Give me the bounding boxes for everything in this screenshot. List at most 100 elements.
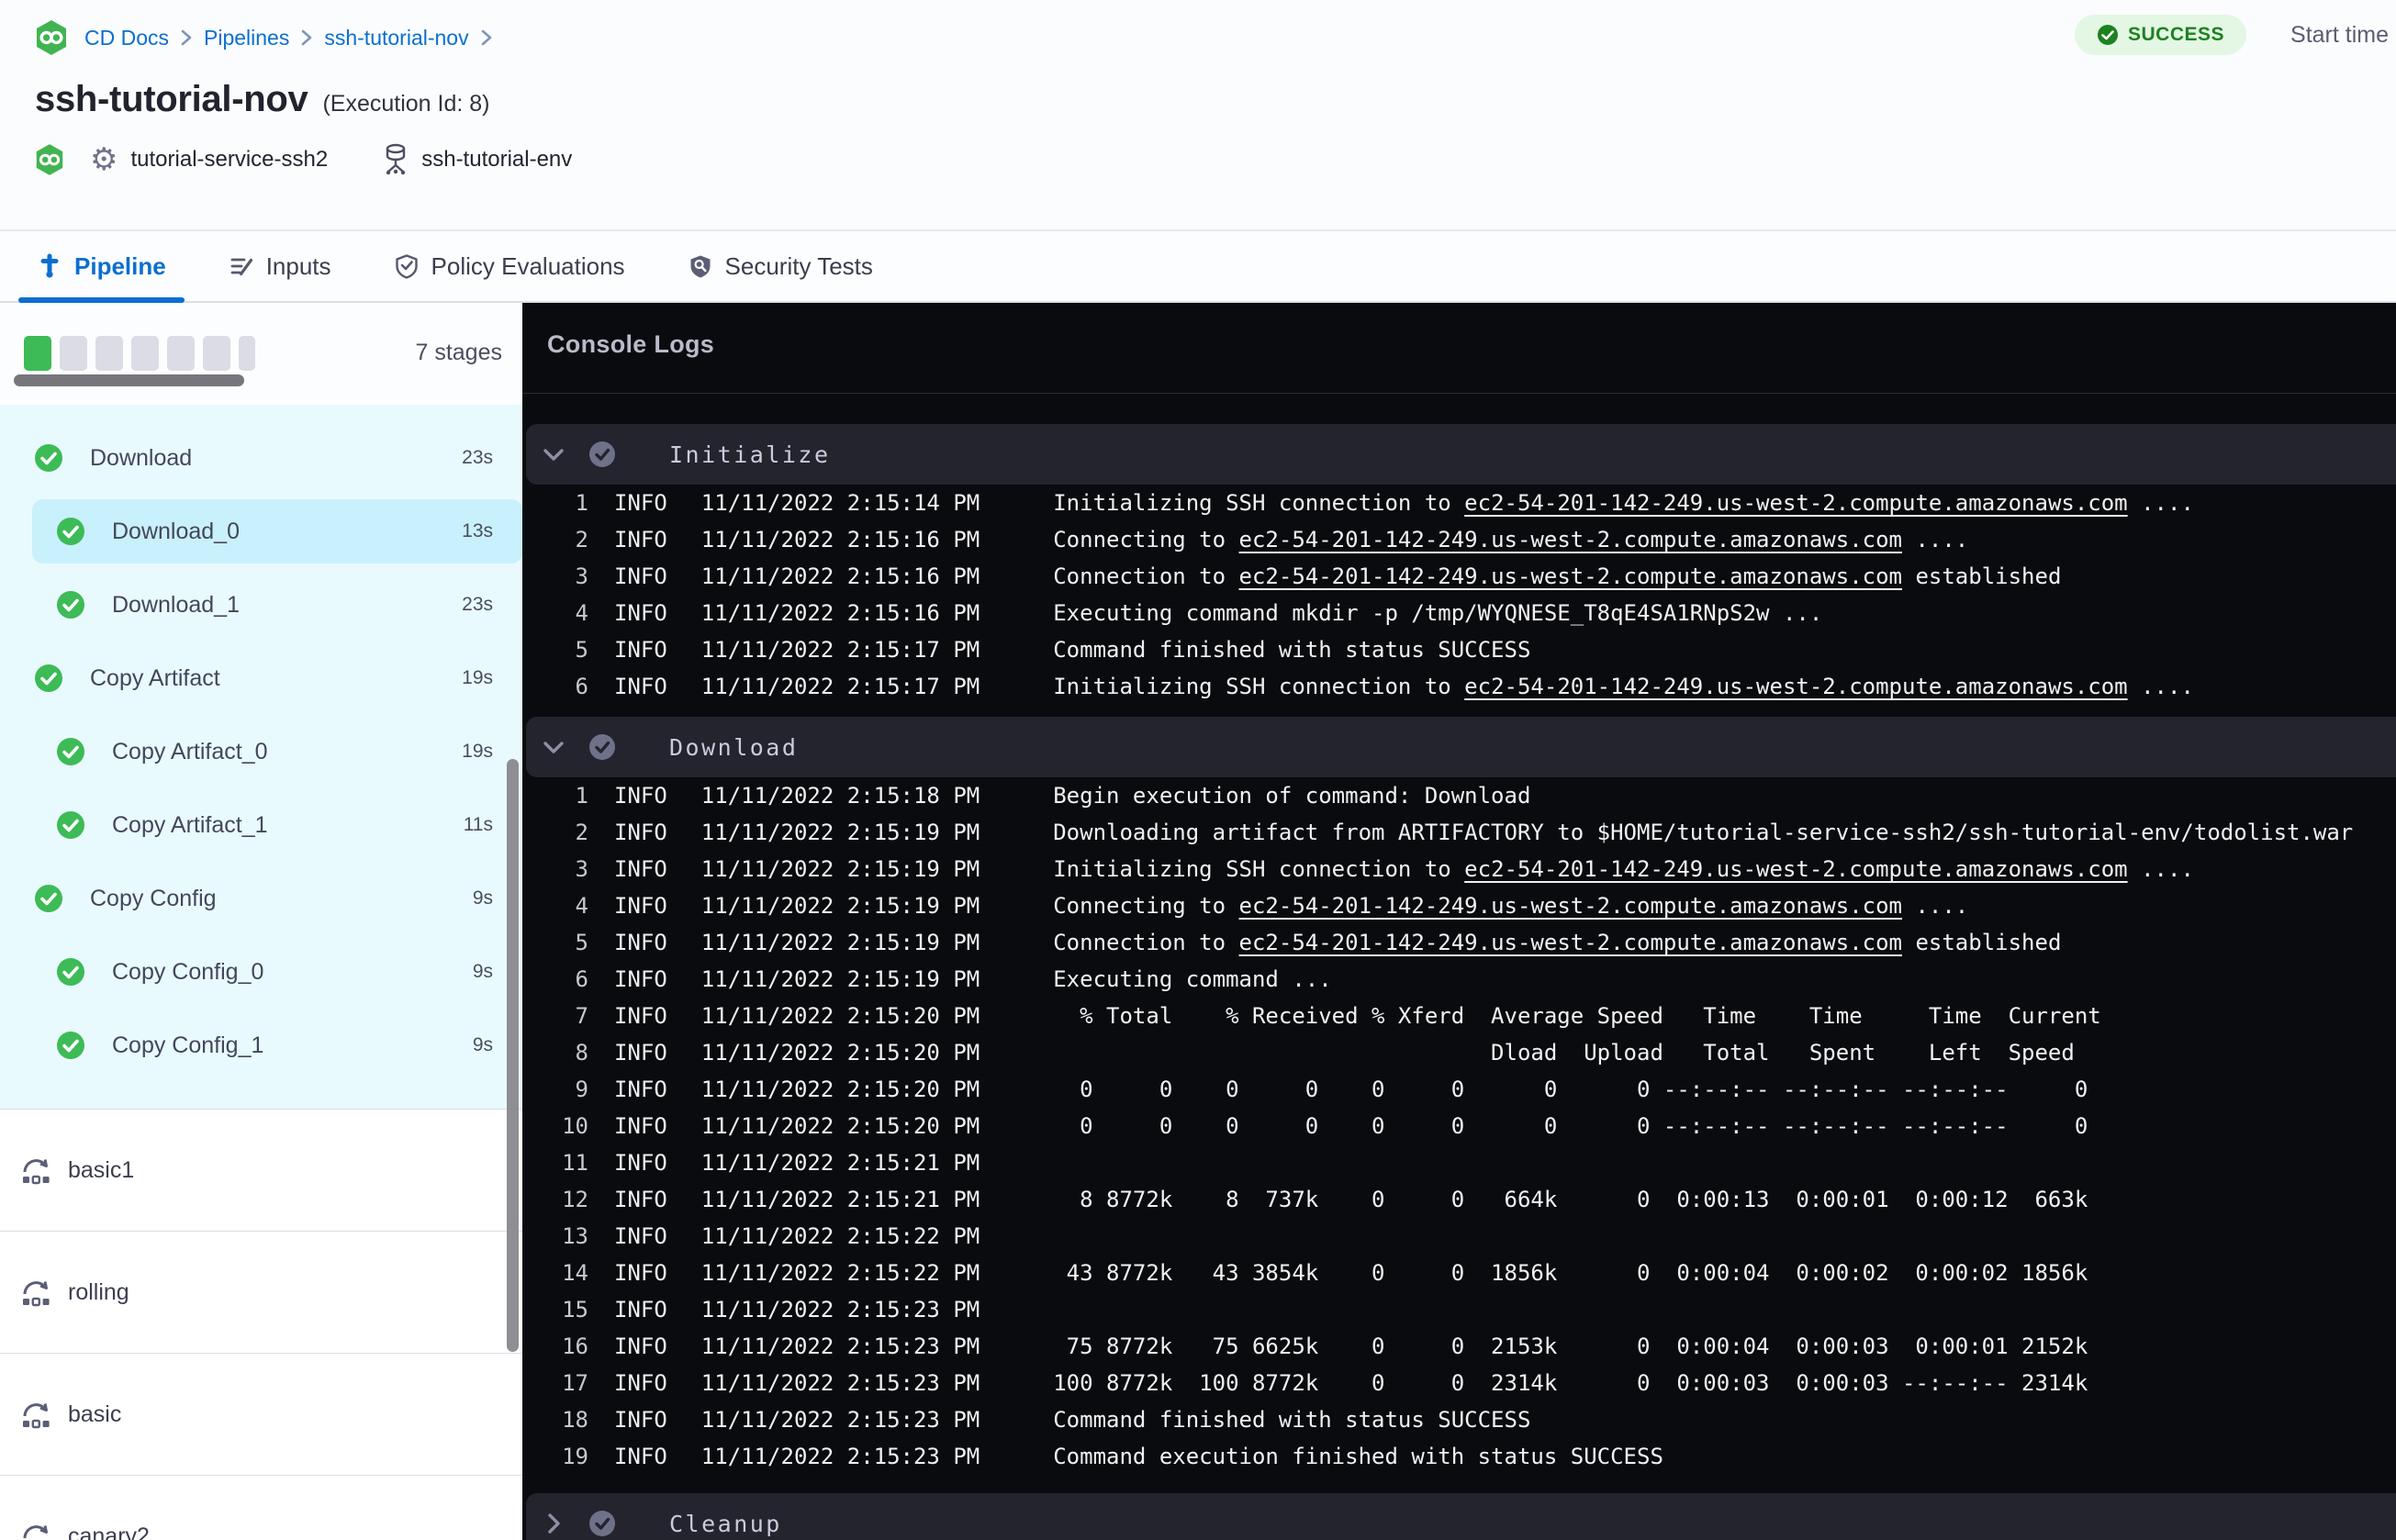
vertical-scrollbar[interactable] [507, 759, 519, 1352]
success-check-icon [56, 957, 85, 987]
stage-row-copy-artifact[interactable]: Copy Artifact 19s [0, 642, 522, 715]
log-message: 100 8772k 100 8772k 0 0 2314k 0 0:00:03 … [1053, 1370, 2088, 1396]
stage-row-download-1[interactable]: Download_1 23s [0, 568, 522, 642]
log-message: 8 8772k 8 737k 0 0 664k 0 0:00:13 0:00:0… [1053, 1187, 2088, 1212]
strategy-item-basic[interactable]: basic [0, 1354, 522, 1476]
log-message: 0 0 0 0 0 0 0 0 --:--:-- --:--:-- --:--:… [1053, 1113, 2088, 1139]
log-message: Begin execution of command: Download [1053, 783, 1531, 809]
log-line-number: 13 [562, 1223, 588, 1249]
section-success-icon [588, 441, 616, 468]
stage-name: Copy Artifact_1 [112, 811, 268, 838]
stage-row-copy-artifact-1[interactable]: Copy Artifact_1 11s [0, 788, 522, 862]
tab-inputs[interactable]: Inputs [229, 231, 331, 301]
log-line: 7 INFO 11/11/2022 2:15:20 PM % Total % Rec… [522, 998, 2396, 1034]
chevron-down-icon[interactable] [541, 739, 566, 755]
log-line: 6 INFO 11/11/2022 2:15:17 PM Initializing S… [522, 668, 2396, 705]
log-section-header-download[interactable]: Download [526, 717, 2396, 777]
success-check-icon [56, 590, 85, 619]
stage-row-download[interactable]: Download 23s [0, 421, 522, 495]
breadcrumb-item-cd-docs[interactable]: CD Docs [84, 26, 169, 50]
log-line-number: 4 [575, 600, 588, 626]
log-host-link[interactable]: ec2-54-201-142-249.us-west-2.compute.ama… [1464, 856, 2127, 882]
log-message: Executing command mkdir -p /tmp/WYQNESE_… [1053, 600, 1823, 626]
log-level: INFO [614, 893, 667, 919]
log-line: 19 INFO 11/11/2022 2:15:23 PM Command execu… [522, 1438, 2396, 1475]
stages-progress-header: 7 stages [0, 303, 522, 405]
log-message: Command finished with status SUCCESS [1053, 1407, 1531, 1433]
log-line-number: 1 [575, 490, 588, 516]
log-host-link[interactable]: ec2-54-201-142-249.us-west-2.compute.ama… [1464, 674, 2127, 699]
log-line-number: 4 [575, 893, 588, 919]
log-line-number: 19 [562, 1444, 588, 1469]
log-host-link[interactable]: ec2-54-201-142-249.us-west-2.compute.ama… [1239, 564, 1902, 589]
chevron-right-icon[interactable] [541, 1512, 566, 1535]
chevron-down-icon[interactable] [541, 446, 566, 463]
environment-name[interactable]: ssh-tutorial-env [421, 147, 572, 173]
service-name[interactable]: tutorial-service-ssh2 [130, 147, 328, 173]
log-message: Connecting to ec2-54-201-142-249.us-west… [1053, 893, 1969, 919]
tab-security-tests[interactable]: Security Tests [688, 231, 873, 301]
section-name: Cleanup [669, 1510, 782, 1537]
stage-progress-square[interactable] [239, 336, 255, 371]
stage-name: Copy Artifact_0 [112, 738, 268, 764]
log-line: 3 INFO 11/11/2022 2:15:16 PM Connection to … [522, 558, 2396, 595]
stage-progress-square-complete[interactable] [24, 336, 51, 371]
log-timestamp: 11/11/2022 2:15:23 PM [700, 1297, 980, 1322]
log-timestamp: 11/11/2022 2:15:18 PM [700, 783, 980, 809]
log-line-number: 16 [562, 1334, 588, 1359]
stage-row-copy-config-0[interactable]: Copy Config_0 9s [0, 935, 522, 1009]
stage-progress-square[interactable] [60, 336, 87, 371]
log-section-header-cleanup[interactable]: Cleanup [526, 1493, 2396, 1540]
console-logs[interactable]: Initialize 1 INFO 11/11/2022 2:15:14 PM Init… [522, 394, 2396, 1540]
log-line: 1 INFO 11/11/2022 2:15:18 PM Begin executio… [522, 777, 2396, 814]
strategy-item-canary2[interactable]: canary2 [0, 1476, 522, 1540]
log-host-link[interactable]: ec2-54-201-142-249.us-west-2.compute.ama… [1239, 527, 1902, 552]
breadcrumb: CD Docs Pipelines ssh-tutorial-nov [35, 18, 2387, 57]
success-check-icon [56, 517, 85, 546]
log-message: Command finished with status SUCCESS [1053, 637, 1531, 663]
strategy-name: basic [68, 1401, 122, 1427]
section-name: Download [669, 733, 799, 761]
log-host-link[interactable]: ec2-54-201-142-249.us-west-2.compute.ama… [1464, 490, 2127, 516]
tab-label: Inputs [265, 251, 331, 280]
environment-icon [381, 143, 410, 176]
tab-policy-evaluations[interactable]: Policy Evaluations [394, 231, 625, 301]
log-host-link[interactable]: ec2-54-201-142-249.us-west-2.compute.ama… [1239, 893, 1902, 919]
stage-row-download-0[interactable]: Download_0 13s [0, 495, 522, 568]
log-timestamp: 11/11/2022 2:15:19 PM [700, 893, 980, 919]
log-timestamp: 11/11/2022 2:15:19 PM [700, 930, 980, 955]
log-line: 5 INFO 11/11/2022 2:15:17 PM Command finish… [522, 631, 2396, 668]
log-section-header-initialize[interactable]: Initialize [526, 424, 2396, 485]
breadcrumb-item-ssh-tutorial-nov[interactable]: ssh-tutorial-nov [324, 26, 468, 50]
strategy-item-basic1[interactable]: basic1 [0, 1110, 522, 1232]
log-line-number: 17 [562, 1370, 588, 1396]
horizontal-scrollbar[interactable] [14, 374, 244, 386]
tab-label: Policy Evaluations [431, 251, 625, 280]
tab-pipeline[interactable]: Pipeline [18, 231, 185, 303]
stage-progress-square[interactable] [167, 336, 195, 371]
chevron-right-icon [300, 28, 313, 47]
log-level: INFO [614, 1444, 667, 1469]
stage-row-copy-config-1[interactable]: Copy Config_1 9s [0, 1009, 522, 1082]
stage-progress-square[interactable] [95, 336, 123, 371]
log-timestamp: 11/11/2022 2:15:17 PM [700, 674, 980, 699]
strategy-item-rolling[interactable]: rolling [0, 1232, 522, 1354]
log-line-number: 5 [575, 930, 588, 955]
service-gear-icon: ⚙ [90, 141, 118, 178]
chevron-right-icon [480, 28, 493, 47]
section-success-icon [588, 733, 616, 761]
log-line: 17 INFO 11/11/2022 2:15:23 PM 100 8772k 100… [522, 1365, 2396, 1401]
section-name: Initialize [669, 441, 831, 468]
log-line-number: 15 [562, 1297, 588, 1322]
breadcrumb-item-pipelines[interactable]: Pipelines [204, 26, 289, 50]
log-host-link[interactable]: ec2-54-201-142-249.us-west-2.compute.ama… [1239, 930, 1902, 955]
log-timestamp: 11/11/2022 2:15:20 PM [700, 1003, 980, 1029]
stage-row-copy-artifact-0[interactable]: Copy Artifact_0 19s [0, 715, 522, 788]
log-level: INFO [614, 930, 667, 955]
strategy-icon [18, 1153, 53, 1188]
log-line: 14 INFO 11/11/2022 2:15:22 PM 43 8772k 43 … [522, 1255, 2396, 1291]
stage-name: Copy Artifact [90, 664, 220, 691]
stage-row-copy-config[interactable]: Copy Config 9s [0, 862, 522, 935]
stage-progress-square[interactable] [131, 336, 159, 371]
stage-progress-square[interactable] [203, 336, 230, 371]
